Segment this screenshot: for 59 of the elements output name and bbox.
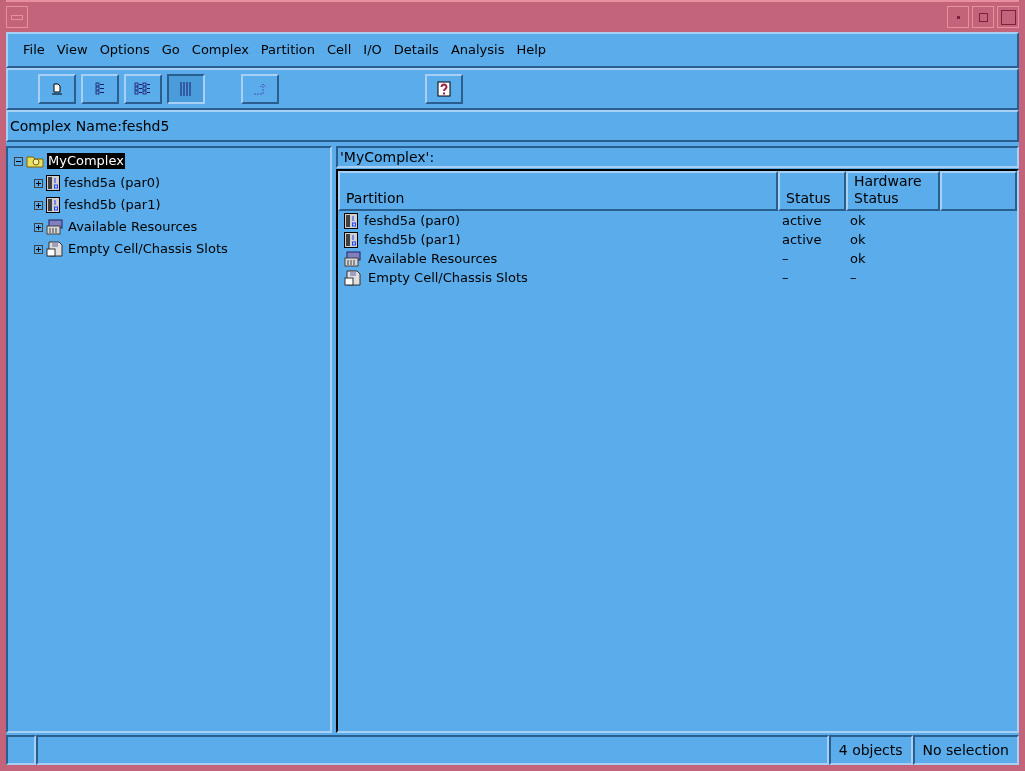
table-cell-text: feshd5a (par0) [364, 211, 461, 230]
expand-toggle[interactable] [34, 222, 43, 232]
status-text: 4 objects [828, 735, 913, 765]
tree-item[interactable]: feshd5a (par0) [63, 175, 162, 191]
tree-item[interactable]: Empty Cell/Chassis Slots [67, 241, 229, 257]
column-header[interactable]: Status [778, 171, 846, 211]
table-cell-text: active [781, 230, 823, 249]
menu-item[interactable]: View [51, 40, 93, 60]
table-cell-text: Empty Cell/Chassis Slots [368, 268, 528, 287]
menu-item[interactable]: I/O [358, 40, 387, 60]
table-cell-text: ok [849, 211, 867, 230]
server-icon [344, 212, 358, 229]
details-icon [178, 81, 194, 97]
table-cell-text: – [781, 268, 790, 287]
table-cell-text: Available Resources [368, 249, 498, 268]
table-cell-text: ok [849, 249, 867, 268]
menu-item[interactable]: Partition [255, 40, 321, 60]
table-cell-text: feshd5b (par1) [364, 230, 461, 249]
server-icon [46, 197, 60, 213]
menu-item[interactable]: File [18, 40, 50, 60]
menu-item[interactable]: Details [388, 40, 444, 60]
tree-item[interactable]: Available Resources [67, 219, 199, 235]
table-cell-text: active [781, 211, 823, 230]
status-cell [6, 735, 36, 765]
table-cell-text: – [849, 268, 858, 287]
up-level-icon [252, 82, 268, 96]
complex-name-label: Complex Name:feshd5 [10, 116, 170, 136]
cabinet-icon [46, 219, 64, 235]
menu-item[interactable]: Analysis [445, 40, 510, 60]
grid-icon [134, 82, 152, 96]
list-title: 'MyComplex': [339, 147, 436, 167]
chassis-icon [344, 269, 362, 286]
toolbar-button[interactable] [167, 74, 205, 104]
menu-item[interactable]: Go [156, 40, 185, 60]
cabinet-icon [344, 250, 362, 267]
page-icon [51, 83, 63, 95]
menu-item[interactable]: Cell [322, 40, 357, 60]
menu-item[interactable]: Options [94, 40, 155, 60]
chassis-icon [46, 241, 64, 257]
column-header[interactable]: Partition [338, 171, 778, 211]
expand-toggle[interactable] [34, 178, 43, 188]
expand-toggle[interactable] [34, 244, 43, 254]
list-icon [95, 82, 105, 96]
tree-item[interactable]: feshd5b (par1) [63, 197, 162, 213]
status-text: No selection [912, 735, 1019, 765]
server-icon [344, 231, 358, 248]
menu-item[interactable]: Complex [186, 40, 254, 60]
table-cell-text: – [781, 249, 790, 268]
collapse-toggle[interactable] [14, 156, 23, 166]
column-header[interactable]: Hardware Status [846, 171, 940, 211]
folder-icon [26, 154, 44, 168]
help-icon [437, 81, 451, 97]
tree-item[interactable]: MyComplex [47, 153, 125, 169]
expand-toggle[interactable] [34, 200, 43, 210]
resize-button[interactable] [997, 6, 1019, 28]
menu-item[interactable]: Help [511, 40, 552, 60]
server-icon [46, 175, 60, 191]
maximize-button[interactable] [972, 6, 994, 28]
table-cell-text: ok [849, 230, 867, 249]
